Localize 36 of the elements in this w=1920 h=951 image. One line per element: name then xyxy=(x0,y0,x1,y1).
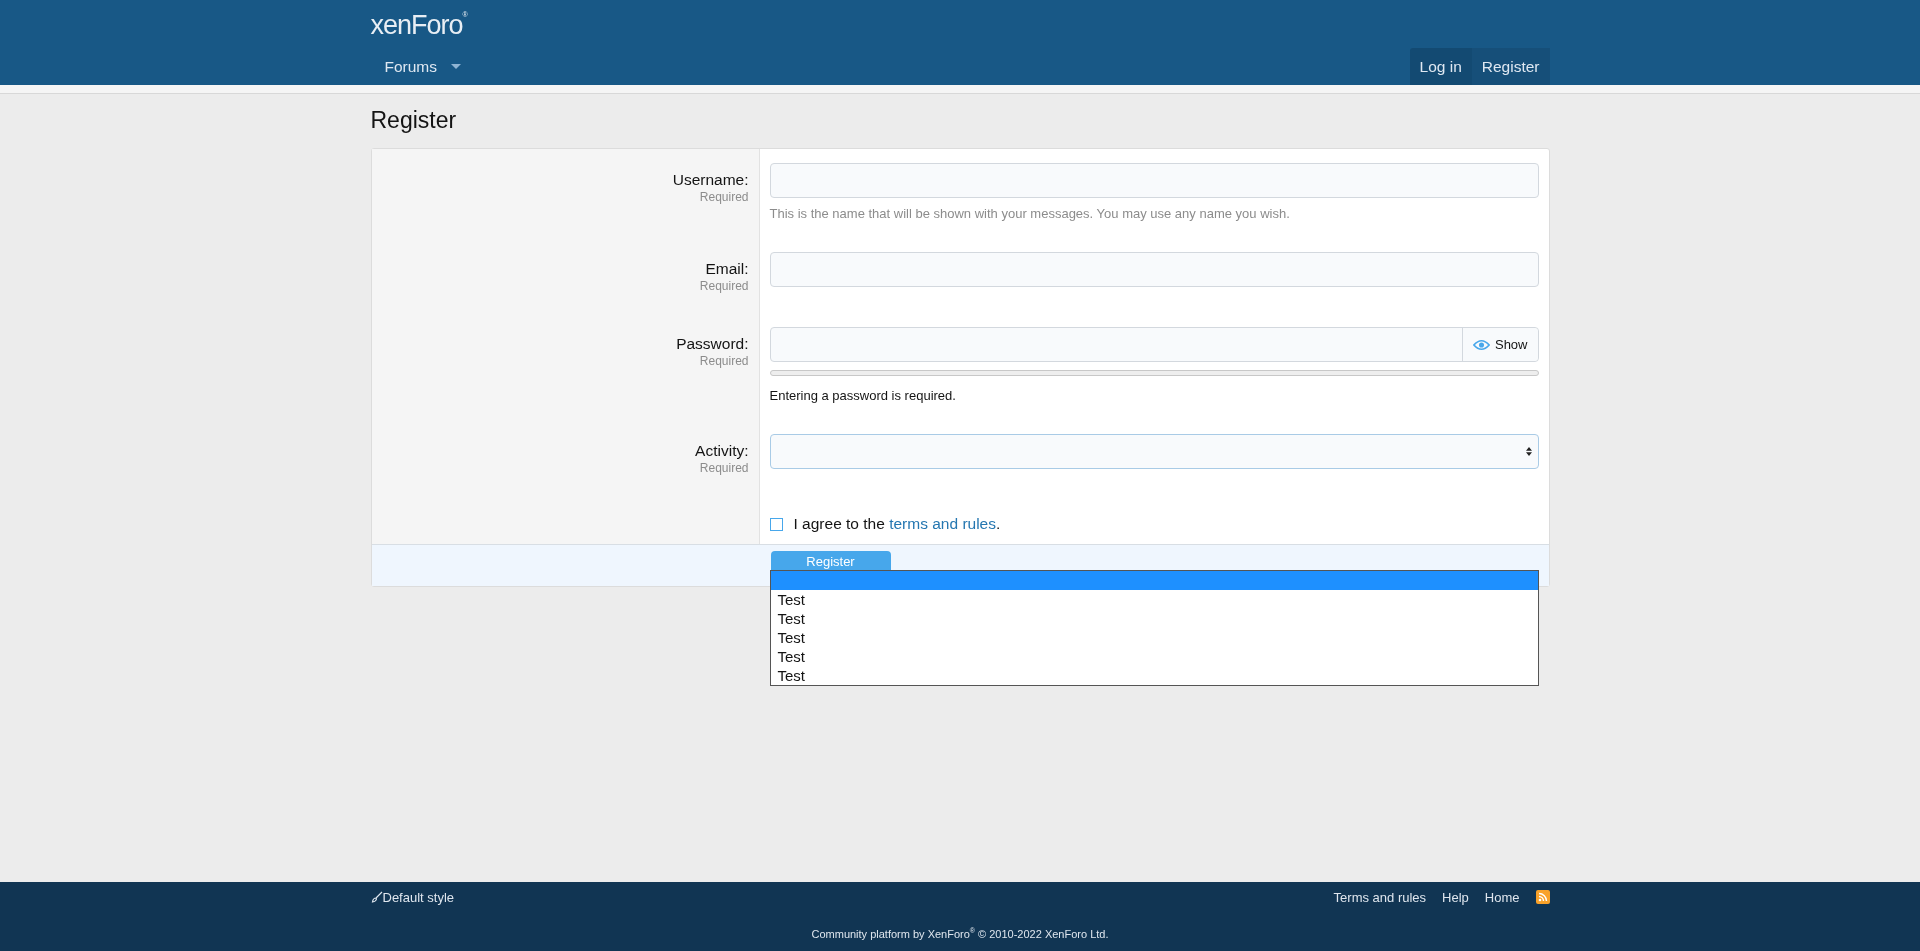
page-title: Register xyxy=(370,107,457,134)
account-link[interactable]: Log in xyxy=(1409,48,1472,85)
rss-icon[interactable] xyxy=(1535,890,1550,904)
field-hint: This is the name that will be shown with your messages. You may use any name you wish. xyxy=(769,206,1291,221)
sort-arrows-icon xyxy=(1525,446,1532,457)
site-logo[interactable]: xenForo$^{®}$ xyxy=(370,0,467,48)
account-link[interactable]: Register xyxy=(1471,48,1550,85)
dropdown-option[interactable]: Test xyxy=(770,590,1538,609)
required-note: Required xyxy=(699,460,749,476)
dropdown-option[interactable]: Test xyxy=(770,628,1538,647)
footer-link[interactable]: Help xyxy=(1442,889,1469,905)
required-note: Required xyxy=(699,278,749,294)
required-note: Required xyxy=(699,353,749,369)
select-field[interactable] xyxy=(769,434,1539,469)
terms-link[interactable]: terms and rules xyxy=(889,515,996,532)
required-note: Required xyxy=(699,189,749,205)
field-label: Email: xyxy=(705,260,749,278)
footer-link[interactable]: Terms and rules xyxy=(1333,889,1427,905)
field-label: Activity: xyxy=(695,442,749,460)
copyright-text: Community platform by XenForo$^{®}$ © 2010-2022 XenForo Ltd. xyxy=(811,927,1109,940)
password-message: Entering a password is required. xyxy=(769,388,957,403)
footer-link[interactable]: Home xyxy=(1484,889,1520,905)
dropdown-option[interactable]: Test xyxy=(770,666,1538,685)
caret-icon[interactable] xyxy=(451,64,462,69)
dropdown-option[interactable]: Test xyxy=(770,609,1538,628)
agree-text: I agree to the terms and rules. xyxy=(793,515,1001,533)
brush-icon xyxy=(370,891,383,903)
checkbox[interactable] xyxy=(769,517,783,531)
input-field[interactable] xyxy=(769,252,1539,287)
field-label: Username: xyxy=(672,171,749,189)
dropdown-option[interactable]: Test xyxy=(770,647,1538,666)
field-label: Password: xyxy=(676,335,749,353)
input-field[interactable] xyxy=(769,163,1539,198)
nav-tab[interactable]: Forums xyxy=(370,57,452,76)
dropdown-option[interactable] xyxy=(770,571,1538,590)
style-link[interactable]: Default style xyxy=(370,889,455,905)
